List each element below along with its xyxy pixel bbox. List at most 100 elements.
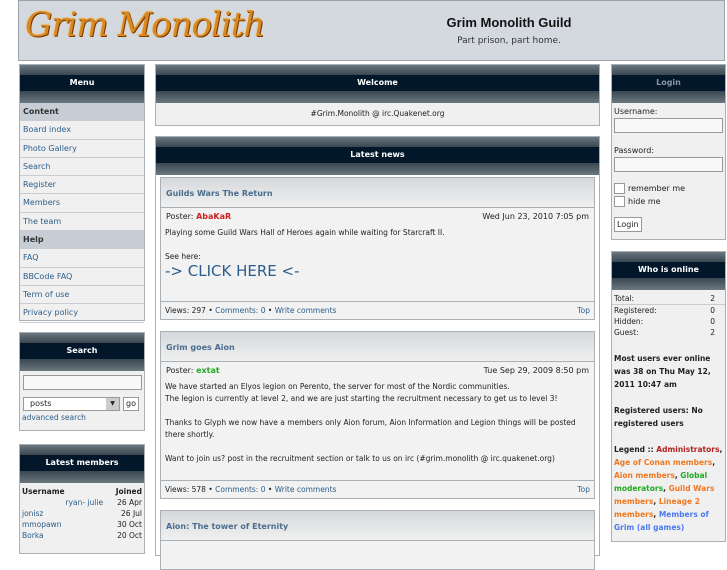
post-title[interactable]: Grim goes Aion xyxy=(161,332,594,362)
write-comments-link[interactable]: Write comments xyxy=(275,485,337,494)
search-go-button[interactable]: go xyxy=(123,397,139,411)
menu-item[interactable]: Search xyxy=(20,158,144,177)
post-body: Playing some Guild Wars Hall of Heroes a… xyxy=(161,225,594,283)
stat-label: Registered: xyxy=(614,306,657,315)
who-is-online-title: Who is online xyxy=(612,252,725,290)
latest-members-title: Latest members xyxy=(20,445,144,483)
legend: Legend :: Administrators, Age of Conan m… xyxy=(614,445,723,532)
online-stat: Registered: 0 xyxy=(612,305,725,316)
poster-label: Poster: xyxy=(166,212,194,221)
top-link[interactable]: Top xyxy=(577,306,590,315)
post-line: The legion is currently at level 2, and … xyxy=(165,394,558,403)
post-title[interactable]: Aion: The tower of Eternity xyxy=(161,511,594,541)
chevron-down-icon: ▼ xyxy=(106,398,119,410)
post-body: We have started an Elyos legion on Peren… xyxy=(161,379,594,469)
member-link[interactable]: jonisz xyxy=(22,509,43,518)
password-input[interactable] xyxy=(614,157,723,172)
member-link[interactable]: mmopawn xyxy=(22,520,61,529)
member-row: ryan- julie 26 Apr xyxy=(20,497,144,508)
stat-value: 0 xyxy=(710,306,715,315)
member-joined: 26 Apr xyxy=(117,498,142,507)
remember-me-label: remember me xyxy=(628,184,686,193)
who-is-online-panel: Who is online Total: 2 Registered: 0 Hidden:… xyxy=(611,251,726,542)
menu-item[interactable]: Register xyxy=(20,176,144,195)
latest-members-panel: Latest members Username Joined ryan- juli… xyxy=(19,444,145,554)
member-row: Borka 20 Oct xyxy=(20,530,144,541)
checkbox-icon[interactable] xyxy=(614,196,625,207)
menu-panel: Menu Content Board index Photo Gallery Sear… xyxy=(19,64,145,323)
menu-item[interactable]: Photo Gallery xyxy=(20,140,144,158)
legend-group-link[interactable]: Age of Conan members xyxy=(614,458,712,467)
username-input[interactable] xyxy=(614,118,723,133)
search-panel: Search posts ▼ go advanced search xyxy=(19,332,145,431)
stat-label: Hidden: xyxy=(614,317,644,326)
legend-label: Legend :: xyxy=(614,445,654,454)
online-stat: Guest: 2 xyxy=(612,327,725,338)
search-input[interactable] xyxy=(23,375,142,390)
stat-value: 2 xyxy=(710,294,715,303)
post-title[interactable]: Guilds Wars The Return xyxy=(161,178,594,208)
menu-title: Menu xyxy=(20,65,144,103)
advanced-search-link[interactable]: advanced search xyxy=(20,411,144,424)
member-joined: 26 Jul xyxy=(121,509,142,518)
stat-value: 0 xyxy=(710,317,715,326)
menu-item[interactable]: Term of use xyxy=(20,286,144,305)
poster-link[interactable]: AbaKaR xyxy=(196,212,231,221)
login-button[interactable]: Login xyxy=(614,217,642,232)
remember-me-checkbox[interactable]: remember me xyxy=(614,183,723,194)
post-date: Wed Jun 23, 2010 7:05 pm xyxy=(482,212,589,221)
menu-item[interactable]: Board index xyxy=(20,121,144,140)
online-stat: Total: 2 xyxy=(612,293,725,305)
write-comments-link[interactable]: Write comments xyxy=(275,306,337,315)
col-username: Username xyxy=(22,487,65,496)
hide-me-checkbox[interactable]: hide me xyxy=(614,196,723,207)
poster-link[interactable]: extat xyxy=(196,366,220,375)
menu-item[interactable]: The team xyxy=(20,213,144,232)
welcome-text: #Grim.Monolith @ irc.Quakenet.org xyxy=(310,109,445,118)
menu-item[interactable]: FAQ xyxy=(20,249,144,268)
post-line: Playing some Guild Wars Hall of Heroes a… xyxy=(165,228,445,237)
menu-heading: Content xyxy=(20,103,144,122)
site-description: Part prison, part home. xyxy=(457,36,561,46)
news-post: Aion: The tower of Eternity xyxy=(160,510,595,570)
post-line: Want to join us? post in the recruitment… xyxy=(165,454,555,463)
login-title: Login xyxy=(612,65,725,103)
post-line: We have started an Elyos legion on Peren… xyxy=(165,382,510,391)
stat-label: Guest: xyxy=(614,328,639,337)
click-here-link[interactable]: -> CLICK HERE <- xyxy=(165,263,590,279)
hide-me-label: hide me xyxy=(628,197,661,206)
member-row: jonisz 26 Jul xyxy=(20,508,144,519)
menu-item[interactable]: Privacy policy xyxy=(20,304,144,323)
news-post: Grim goes Aion Poster: extat Tue Sep 29, … xyxy=(160,331,595,499)
menu-item[interactable]: BBCode FAQ xyxy=(20,268,144,286)
search-title: Search xyxy=(20,333,144,371)
post-date: Tue Sep 29, 2009 8:50 pm xyxy=(483,366,589,375)
checkbox-icon[interactable] xyxy=(614,183,625,194)
latest-news-title: Latest news xyxy=(156,137,599,175)
menu-item[interactable]: Members xyxy=(20,194,144,213)
welcome-title: Welcome xyxy=(156,65,599,103)
top-link[interactable]: Top xyxy=(577,485,590,494)
col-joined: Joined xyxy=(115,487,142,496)
site-title: Grim Monolith Guild xyxy=(446,15,572,30)
comments-link[interactable]: Comments: 0 xyxy=(215,485,265,494)
member-link[interactable]: ryan- julie xyxy=(66,498,104,507)
search-scope-select[interactable]: posts ▼ xyxy=(23,397,120,411)
registered-users: Registered users: No registered users xyxy=(614,406,703,428)
site-header: Grim Monolith Grim Monolith Guild Part p… xyxy=(18,0,725,61)
latest-news-panel: Latest news Guilds Wars The Return Poste… xyxy=(155,136,600,570)
news-post: Guilds Wars The Return Poster: AbaKaR Wed… xyxy=(160,177,595,320)
comments-link[interactable]: Comments: 0 xyxy=(215,306,265,315)
password-label: Password: xyxy=(614,146,655,155)
member-joined: 20 Oct xyxy=(117,531,142,540)
stat-label: Total: xyxy=(614,294,635,303)
online-stat: Hidden: 0 xyxy=(612,316,725,327)
welcome-panel: Welcome #Grim.Monolith @ irc.Quakenet.or… xyxy=(155,64,600,126)
member-link[interactable]: Borka xyxy=(22,531,44,540)
site-logo[interactable]: Grim Monolith xyxy=(25,5,265,45)
search-scope-value: posts xyxy=(30,399,52,408)
legend-group-link[interactable]: Administrators xyxy=(656,445,719,454)
post-views: Views: 297 xyxy=(165,306,206,315)
poster-label: Poster: xyxy=(166,366,194,375)
legend-group-link[interactable]: Aion members xyxy=(614,471,675,480)
